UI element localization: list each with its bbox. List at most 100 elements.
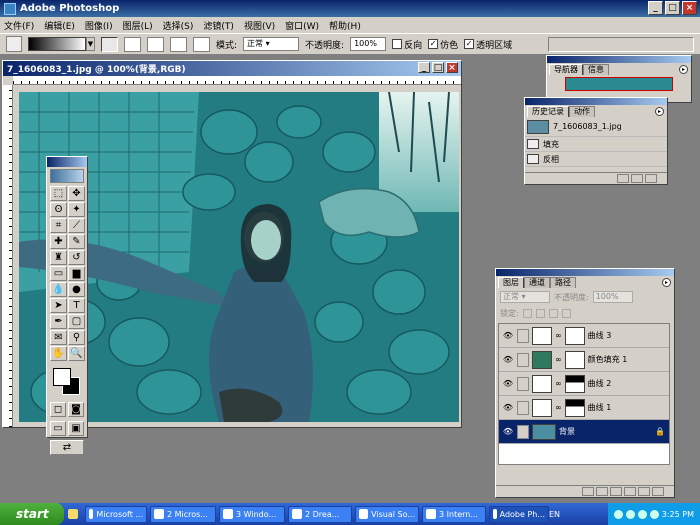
- quick-mask-mode-icon[interactable]: ◙: [68, 402, 84, 417]
- type-tool-icon[interactable]: T: [68, 298, 85, 313]
- taskbar-item-active[interactable]: Adobe Ph...: [489, 505, 549, 523]
- doc-minimize-button[interactable]: _: [418, 62, 430, 73]
- eye-icon[interactable]: 👁: [502, 403, 514, 413]
- doc-maximize-button[interactable]: □: [432, 62, 444, 73]
- notes-tool-icon[interactable]: ✉: [50, 330, 67, 345]
- eye-icon[interactable]: 👁: [502, 427, 514, 437]
- adobe-online-button[interactable]: [50, 169, 84, 183]
- marquee-tool-icon[interactable]: ⬚: [50, 186, 67, 201]
- full-screen-mode-icon[interactable]: ▣: [68, 421, 84, 436]
- menu-help[interactable]: 帮助(H): [329, 19, 361, 32]
- menu-window[interactable]: 窗口(W): [285, 19, 319, 32]
- navigator-thumbnail[interactable]: [565, 77, 673, 91]
- add-layer-style-button[interactable]: [582, 487, 594, 496]
- quick-launch-icon[interactable]: [68, 509, 78, 519]
- taskbar-item[interactable]: Microsoft ...: [85, 505, 147, 523]
- layer-mask-thumbnail[interactable]: [564, 398, 585, 417]
- slice-tool-icon[interactable]: ⟋: [68, 218, 85, 233]
- jump-to-imageready-icon[interactable]: ⇄: [50, 440, 84, 455]
- dither-checkbox[interactable]: ✓ 仿色: [428, 38, 458, 51]
- link-slot[interactable]: [517, 328, 529, 343]
- gradient-dropdown-button[interactable]: ▼: [86, 37, 95, 51]
- chain-icon[interactable]: ∞: [555, 355, 562, 364]
- menu-layer[interactable]: 图层(L): [123, 19, 153, 32]
- new-set-button[interactable]: [610, 487, 622, 496]
- standard-mode-icon[interactable]: ◻: [50, 402, 66, 417]
- palette-well[interactable]: [548, 37, 694, 52]
- taskbar-item[interactable]: 3 Windo...: [219, 505, 285, 523]
- hand-tool-icon[interactable]: ✋: [50, 346, 67, 361]
- gradient-swatch[interactable]: [28, 37, 86, 51]
- blur-tool-icon[interactable]: 💧: [50, 282, 67, 297]
- layer-row[interactable]: 👁 ∞ 曲线 1: [499, 396, 669, 420]
- delete-layer-button[interactable]: [652, 487, 664, 496]
- foreground-color-swatch[interactable]: [53, 368, 71, 386]
- healing-brush-tool-icon[interactable]: ✚: [50, 234, 67, 249]
- tool-preset-picker[interactable]: [6, 36, 22, 52]
- path-selection-tool-icon[interactable]: ➤: [50, 298, 67, 313]
- tray-icon[interactable]: [649, 509, 659, 519]
- tab-actions[interactable]: 动作: [569, 106, 595, 117]
- shape-tool-icon[interactable]: ▢: [68, 314, 85, 329]
- opacity-field[interactable]: 100%: [350, 37, 387, 51]
- tab-paths[interactable]: 路径: [550, 277, 576, 288]
- chain-icon[interactable]: ∞: [555, 379, 562, 388]
- clone-stamp-tool-icon[interactable]: ♜: [50, 250, 67, 265]
- blend-mode-select[interactable]: 正常 ▾: [500, 291, 550, 303]
- tab-channels[interactable]: 通道: [524, 277, 550, 288]
- menu-filter[interactable]: 滤镜(T): [203, 19, 234, 32]
- history-brush-tool-icon[interactable]: ↺: [68, 250, 85, 265]
- eraser-tool-icon[interactable]: ▭: [50, 266, 67, 281]
- lock-position-checkbox[interactable]: [548, 308, 558, 318]
- layer-row[interactable]: 👁 ∞ 曲线 2: [499, 372, 669, 396]
- chain-icon[interactable]: ∞: [555, 331, 562, 340]
- eye-icon[interactable]: 👁: [502, 331, 514, 341]
- lock-image-checkbox[interactable]: [535, 308, 545, 318]
- menu-file[interactable]: 文件(F): [4, 19, 34, 32]
- transparency-checkbox[interactable]: ✓ 透明区域: [464, 38, 512, 51]
- history-item[interactable]: 填充: [525, 137, 667, 152]
- panel-menu-icon[interactable]: ▸: [679, 65, 688, 74]
- tab-navigator[interactable]: 导航器: [549, 64, 583, 75]
- reverse-checkbox[interactable]: 反向: [392, 38, 422, 51]
- new-snapshot-button[interactable]: [631, 174, 643, 183]
- menu-edit[interactable]: 编辑(E): [44, 19, 75, 32]
- link-slot[interactable]: [517, 376, 529, 391]
- tray-icon[interactable]: [625, 509, 635, 519]
- menu-select[interactable]: 选择(S): [163, 19, 194, 32]
- reflected-gradient-button[interactable]: [170, 36, 187, 52]
- taskbar-item[interactable]: 2 Drea...: [288, 505, 352, 523]
- taskbar-item[interactable]: 2 Micros...: [150, 505, 216, 523]
- eyedropper-tool-icon[interactable]: ⚲: [68, 330, 85, 345]
- close-button[interactable]: ×: [682, 1, 697, 15]
- lock-transparency-checkbox[interactable]: [522, 308, 532, 318]
- menu-view[interactable]: 视图(V): [244, 19, 275, 32]
- diamond-gradient-button[interactable]: [193, 36, 210, 52]
- tab-layers[interactable]: 图层: [498, 277, 524, 288]
- pen-tool-icon[interactable]: ✒: [50, 314, 67, 329]
- move-tool-icon[interactable]: ✥: [68, 186, 85, 201]
- start-button[interactable]: start: [0, 503, 64, 525]
- layer-opacity-field[interactable]: 100%: [592, 291, 633, 303]
- eye-icon[interactable]: 👁: [502, 355, 514, 365]
- delete-state-button[interactable]: [645, 174, 657, 183]
- new-document-from-state-button[interactable]: [617, 174, 629, 183]
- menu-image[interactable]: 图像(I): [85, 19, 113, 32]
- magic-wand-tool-icon[interactable]: ✦: [68, 202, 85, 217]
- linear-gradient-button[interactable]: [101, 36, 118, 52]
- layer-mask-thumbnail[interactable]: [564, 350, 585, 369]
- gradient-tool-icon[interactable]: ▆: [68, 266, 85, 281]
- brush-tool-icon[interactable]: ✎: [68, 234, 85, 249]
- tray-icon[interactable]: [613, 509, 623, 519]
- layer-row[interactable]: 👁 背景 🔒: [499, 420, 669, 444]
- taskbar-item[interactable]: 3 Intern...: [422, 505, 486, 523]
- tray-icon[interactable]: [637, 509, 647, 519]
- tab-info[interactable]: 信息: [583, 64, 609, 75]
- mode-select[interactable]: 正常 ▾: [243, 37, 300, 51]
- screen-mode-icon[interactable]: ▭: [50, 421, 66, 436]
- layer-row[interactable]: 👁 ∞ 曲线 3: [499, 324, 669, 348]
- maximize-button[interactable]: □: [665, 1, 680, 15]
- radial-gradient-button[interactable]: [124, 36, 141, 52]
- link-slot[interactable]: [517, 400, 529, 415]
- history-item[interactable]: 反相: [525, 152, 667, 167]
